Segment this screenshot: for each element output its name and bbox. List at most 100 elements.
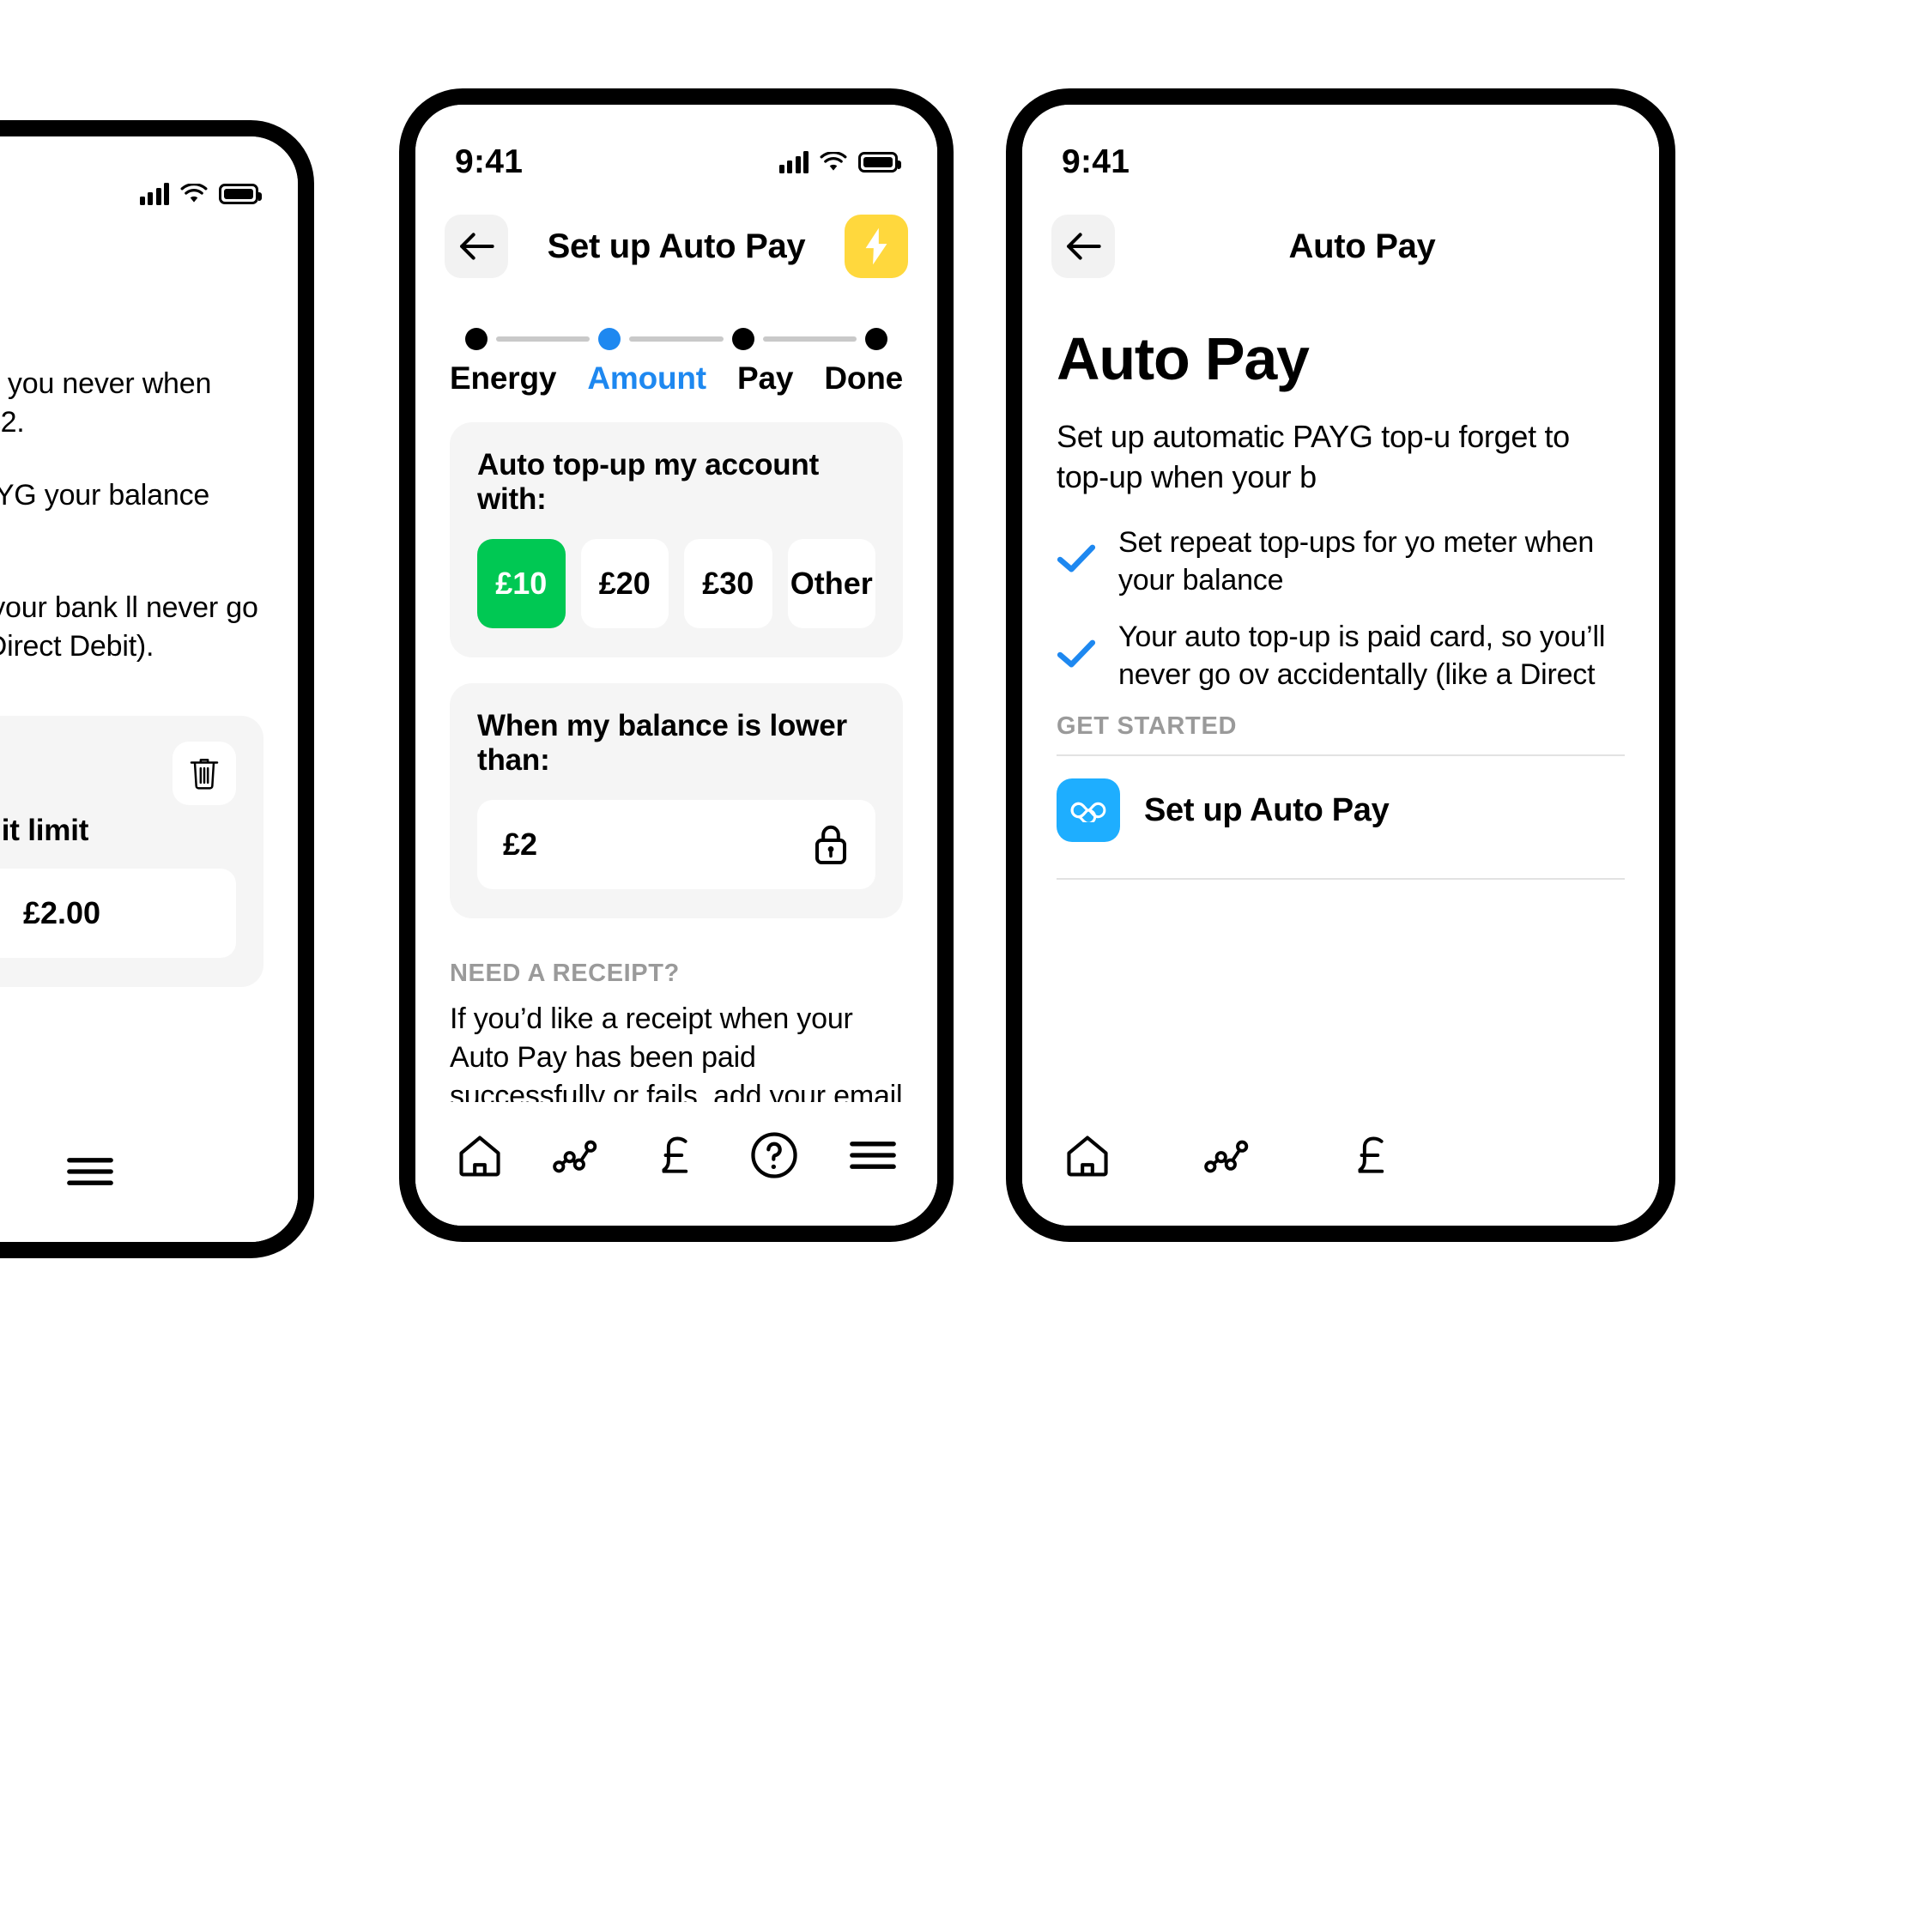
- step-dot-energy[interactable]: [465, 328, 488, 350]
- page-title-right: Auto Pay: [1288, 227, 1436, 265]
- arrow-left-icon: [460, 233, 494, 260]
- app-bar-middle: Set up Auto Pay: [415, 185, 937, 288]
- step-label-pay[interactable]: Pay: [737, 360, 793, 397]
- boost-button[interactable]: [845, 215, 908, 278]
- home-icon: [459, 1136, 500, 1177]
- status-icons-middle: [778, 151, 901, 173]
- signal-icon: [778, 151, 809, 173]
- hero-paragraph: Set up automatic PAYG top-u forget to to…: [1057, 419, 1570, 494]
- credit-limit-label: Credit limit: [0, 814, 89, 848]
- status-time-middle: 9:41: [455, 143, 524, 180]
- threshold-card: When my balance is lower than: £2: [450, 683, 903, 918]
- list-item-label: Set up Auto Pay: [1144, 791, 1390, 828]
- right-content: Auto Pay Set up automatic PAYG top-u for…: [1022, 324, 1659, 881]
- arrow-left-icon: [1067, 233, 1101, 260]
- benefit-list: Set repeat top-ups for yo meter when you…: [1057, 524, 1625, 694]
- check-icon: [1057, 544, 1096, 578]
- step-line-3: [762, 336, 857, 342]
- lock-icon: [815, 825, 846, 864]
- pound-icon: [1358, 1136, 1384, 1173]
- step-line-1: [496, 336, 591, 342]
- threshold-value: £2: [503, 827, 538, 862]
- tab-menu-left[interactable]: [59, 1141, 121, 1202]
- receipt-eyebrow: NEED A RECEIPT?: [450, 960, 680, 987]
- usage-icon: [552, 1140, 597, 1173]
- status-time-right: 9:41: [1062, 143, 1130, 180]
- app-bar-left: Auto Pay: [0, 217, 298, 320]
- tab-bar-right: [1022, 1102, 1659, 1226]
- wifi-icon: [820, 152, 847, 171]
- tab-payments-middle[interactable]: [645, 1124, 707, 1186]
- amount-option-other[interactable]: Other: [787, 539, 875, 628]
- topup-amount-title: Auto top-up my account with:: [477, 448, 820, 516]
- amount-option-20[interactable]: £20: [580, 539, 669, 628]
- delete-button[interactable]: [173, 742, 236, 806]
- threshold-field: £2: [477, 800, 875, 889]
- setup-stepper: Energy Amount Pay Done: [415, 288, 937, 397]
- left-paragraph-1: c PAYG top-ups so you never when your ba…: [0, 367, 212, 439]
- step-label-energy[interactable]: Energy: [450, 360, 556, 397]
- left-paragraph-2: op-ups for your PAYG your balance reache…: [0, 479, 210, 512]
- phone-middle: 9:41 Set up Auto Pay Energy Amount Pay D…: [399, 88, 954, 1242]
- phone-left-screen: Auto Pay c PAYG top-ups so you never whe…: [0, 136, 298, 1242]
- threshold-title: When my balance is lower than:: [477, 709, 847, 777]
- tab-usage-middle[interactable]: [548, 1124, 609, 1186]
- usage-icon: [1204, 1140, 1249, 1173]
- tab-payments-right[interactable]: [1341, 1124, 1403, 1186]
- step-dot-done[interactable]: [864, 328, 887, 350]
- stepper-labels: Energy Amount Pay Done: [450, 360, 903, 397]
- divider-bottom: [1057, 878, 1625, 881]
- tab-bar-middle: [415, 1102, 937, 1226]
- status-icons-left: [139, 183, 262, 205]
- step-dot-amount[interactable]: [598, 328, 621, 350]
- list-item-setup-auto-pay[interactable]: Set up Auto Pay: [1057, 756, 1625, 864]
- step-dot-pay[interactable]: [731, 328, 754, 350]
- status-bar-middle: 9:41: [415, 105, 937, 185]
- app-bar-right: Auto Pay: [1022, 185, 1659, 288]
- check-icon: [1057, 639, 1096, 673]
- battery-icon: [219, 184, 262, 204]
- back-button[interactable]: [445, 215, 508, 278]
- menu-icon: [849, 1142, 896, 1169]
- tab-help-middle[interactable]: [743, 1124, 805, 1186]
- battery-icon: [858, 152, 901, 173]
- tab-bar-left: [0, 1118, 298, 1242]
- tab-home-right[interactable]: [1057, 1124, 1118, 1186]
- amount-option-10[interactable]: £10: [477, 539, 566, 628]
- stepper-track: [450, 328, 903, 350]
- get-started-label: GET STARTED: [1057, 712, 1238, 741]
- topup-amount-card: Auto top-up my account with: £10 £20 £30…: [450, 422, 903, 657]
- tab-home-middle[interactable]: [449, 1124, 511, 1186]
- help-icon: [751, 1132, 798, 1178]
- lightning-bolt-icon: [865, 227, 887, 265]
- left-paragraph-3: op-up is paid with your bank ll never go…: [0, 591, 258, 663]
- infinity-icon: [1057, 778, 1120, 843]
- benefit-text-2: Your auto top-up is paid card, so you’ll…: [1118, 620, 1606, 692]
- status-bar-left: [0, 136, 298, 217]
- screenshot-canvas: Auto Pay c PAYG top-ups so you never whe…: [0, 0, 1932, 1932]
- phone-right-screen: 9:41 Auto Pay Auto Pay Set up automatic …: [1022, 105, 1659, 1226]
- tab-menu-middle[interactable]: [842, 1124, 904, 1186]
- wifi-icon: [180, 184, 208, 203]
- step-label-amount[interactable]: Amount: [587, 360, 706, 397]
- hero-title: Auto Pay: [1057, 325, 1310, 392]
- status-bar-right: 9:41: [1022, 105, 1659, 185]
- phone-left: Auto Pay c PAYG top-ups so you never whe…: [0, 120, 314, 1258]
- benefit-text-1: Set repeat top-ups for yo meter when you…: [1118, 525, 1595, 597]
- menu-icon: [67, 1158, 113, 1185]
- amount-option-30[interactable]: £30: [684, 539, 772, 628]
- pound-icon: [662, 1136, 688, 1173]
- trash-icon: [190, 759, 219, 790]
- step-line-2: [629, 336, 724, 342]
- step-label-done[interactable]: Done: [824, 360, 903, 397]
- signal-icon: [139, 183, 169, 205]
- tab-usage-right[interactable]: [1199, 1124, 1261, 1186]
- home-icon: [1067, 1136, 1108, 1177]
- credit-limit-card: Credit limit £2.00: [0, 716, 263, 988]
- back-button-right[interactable]: [1051, 215, 1115, 278]
- topup-amount-options: £10 £20 £30 Other: [477, 539, 875, 628]
- phone-middle-screen: 9:41 Set up Auto Pay Energy Amount Pay D…: [415, 105, 937, 1226]
- phone-right: 9:41 Auto Pay Auto Pay Set up automatic …: [1006, 88, 1675, 1242]
- credit-limit-value[interactable]: £2.00: [0, 869, 236, 959]
- benefit-item-1: Set repeat top-ups for yo meter when you…: [1057, 524, 1625, 599]
